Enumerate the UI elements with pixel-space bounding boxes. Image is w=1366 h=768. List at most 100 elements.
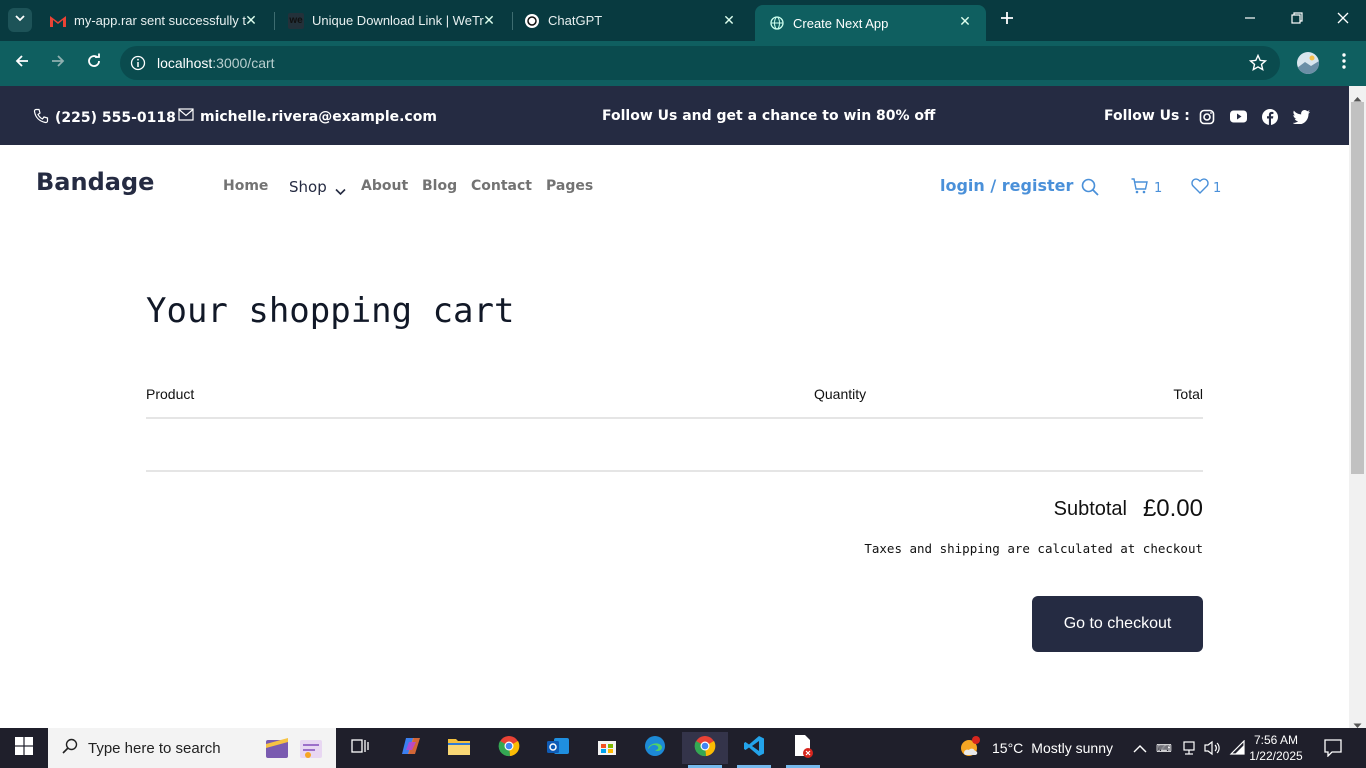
pdf-file-icon [792,734,814,763]
bookmark-star-icon[interactable] [1248,53,1268,77]
start-button[interactable] [0,728,48,768]
restore-button[interactable] [1281,10,1313,30]
taskbar-search-placeholder: Type here to search [88,739,221,757]
chrome-app[interactable] [486,732,532,764]
tab-title: Unique Download Link | WeTransfer [312,13,484,28]
globe-icon [769,15,785,31]
brand-logo[interactable]: Bandage [36,168,154,196]
nav-blog[interactable]: Blog [422,178,457,194]
site-info-icon[interactable] [130,55,146,76]
cart-icon [1131,178,1148,198]
nav-home[interactable]: Home [223,178,268,194]
system-clock[interactable]: 7:56 AM 1/22/2025 [1246,732,1306,764]
close-icon [1337,11,1349,29]
network-icon[interactable] [1181,740,1197,761]
cart-button[interactable]: 1 [1131,178,1162,198]
microsoft-store-app[interactable] [584,732,630,764]
profile-avatar[interactable] [1297,52,1319,74]
checkout-button[interactable]: Go to checkout [1032,596,1203,652]
taskbar-search[interactable]: Type here to search [48,728,336,768]
youtube-icon[interactable] [1230,110,1247,123]
email-contact[interactable]: michelle.rivera@example.com [178,108,437,125]
subtotal-value: £0.00 [1142,495,1203,522]
outlook-app[interactable] [535,732,581,764]
browser-menu-button[interactable] [1334,52,1354,74]
ime-icon[interactable]: ⌨ [1156,740,1174,761]
close-window-button[interactable] [1327,10,1359,30]
phone-contact[interactable]: (225) 555-0118 [33,108,176,128]
column-header-quantity: Quantity [814,386,867,402]
login-register-link[interactable]: login / register [940,176,1073,195]
browser-tab-gmail[interactable]: my-app.rar sent successfully to ✕ [36,0,272,41]
browser-tab-chatgpt[interactable]: ChatGPT ✕ [510,0,750,41]
phone-number: (225) 555-0118 [55,110,176,126]
minimize-button[interactable] [1234,10,1266,30]
plus-icon [1000,11,1014,30]
close-icon[interactable]: ✕ [958,14,972,28]
vscode-icon [743,735,765,762]
scrollbar-thumb[interactable] [1351,102,1364,474]
task-view-icon [351,738,369,759]
weather-temperature: 15°C [992,740,1024,756]
nav-contact[interactable]: Contact [471,178,532,194]
close-icon[interactable]: ✕ [722,13,736,27]
column-header-product: Product [146,386,195,402]
file-explorer-app[interactable] [436,732,482,764]
new-tab-button[interactable] [996,9,1018,31]
folder-icon [448,737,470,760]
edge-app[interactable] [632,732,678,764]
email-address: michelle.rivera@example.com [200,108,437,125]
browser-tab-active[interactable]: Create Next App ✕ [755,5,986,41]
follow-us-label: Follow Us : [1104,108,1190,124]
twitter-icon[interactable] [1293,110,1310,124]
top-info-bar: (225) 555-0118 michelle.rivera@example.c… [0,86,1349,145]
instagram-icon[interactable] [1199,109,1215,125]
task-view-button[interactable] [337,732,383,764]
url-path: :3000/cart [212,55,275,71]
nav-shop[interactable]: Shop [289,178,327,196]
restore-icon [1291,11,1303,29]
wishlist-button[interactable]: 1 [1191,178,1221,198]
browser-tab-strip: my-app.rar sent successfully to ✕ we Uni… [0,0,1366,41]
tab-title: Create Next App [793,15,889,31]
chevron-down-icon [14,11,26,29]
cart-count: 1 [1154,180,1163,196]
tab-search-button[interactable] [8,8,32,32]
address-bar[interactable]: localhost:3000/cart [120,46,1280,80]
weather-widget[interactable]: 15°C Mostly sunny [958,728,1113,768]
wifi-icon[interactable] [1229,739,1247,761]
forward-button[interactable] [46,51,70,75]
back-button[interactable] [10,51,34,75]
clock-time: 7:56 AM [1253,733,1299,747]
search-icon[interactable] [1081,178,1099,196]
arrow-left-icon [14,53,30,74]
outlook-icon [546,735,570,762]
chevron-up-icon[interactable] [1133,741,1147,759]
page-title: Your shopping cart [146,291,515,331]
close-icon[interactable]: ✕ [244,13,258,27]
chrome-icon [694,735,716,762]
volume-icon[interactable] [1204,740,1222,761]
close-icon[interactable]: ✕ [482,13,496,27]
weather-sunny-icon [958,735,982,762]
url-host: localhost [157,55,213,71]
chatgpt-icon [524,13,540,29]
phone-icon [33,108,49,128]
pdf-app[interactable] [780,732,826,768]
column-header-total: Total [1173,386,1203,402]
nav-about[interactable]: About [361,178,408,194]
chrome-app-active[interactable] [682,732,728,768]
tab-title: ChatGPT [548,13,603,28]
reload-button[interactable] [82,51,106,75]
heart-icon [1191,178,1209,198]
notifications-icon[interactable] [1324,739,1342,762]
reload-icon [86,53,102,74]
facebook-icon[interactable] [1262,109,1278,125]
vscode-app[interactable] [731,732,777,768]
taxes-note: Taxes and shipping are calculated at che… [864,541,1203,556]
browser-tab-wetransfer[interactable]: we Unique Download Link | WeTransfer ✕ [274,0,510,41]
page-scrollbar[interactable] [1349,86,1366,728]
copilot-app[interactable] [388,732,434,764]
chevron-down-icon[interactable] [335,183,346,201]
nav-pages[interactable]: Pages [546,178,593,194]
